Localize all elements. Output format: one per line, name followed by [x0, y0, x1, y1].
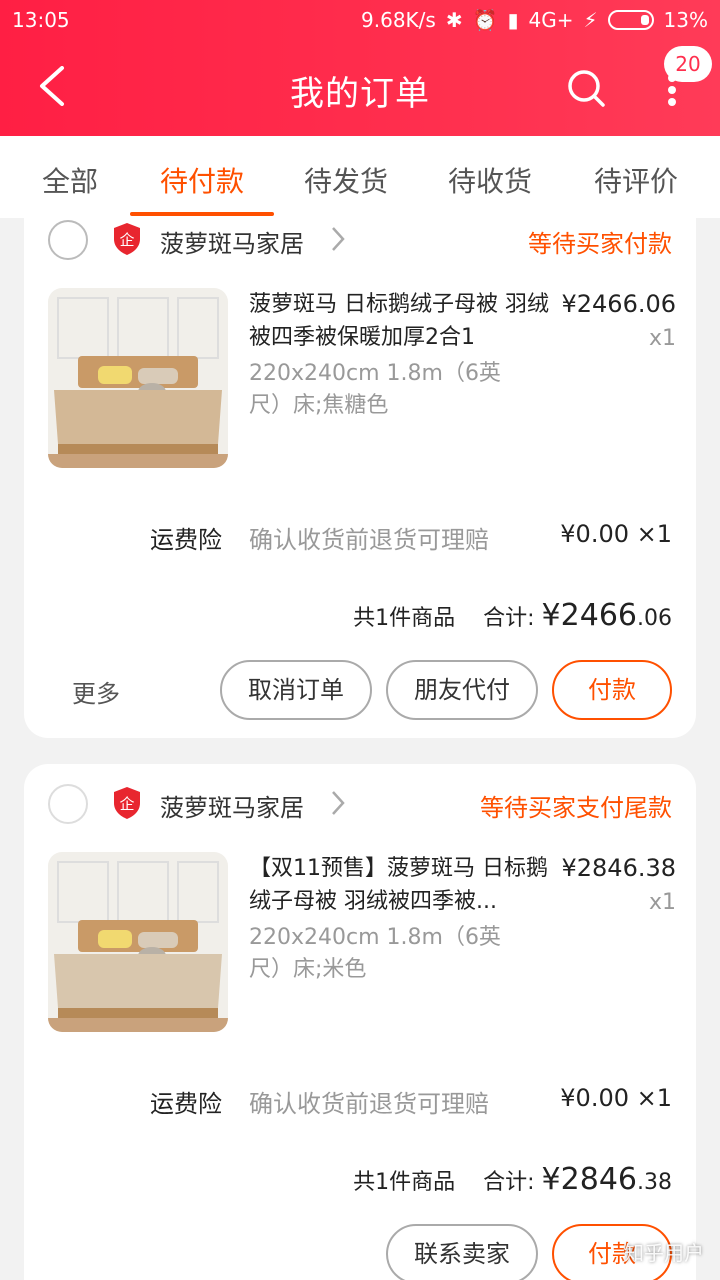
order-summary: 共1件商品 合计: ¥2846.38	[353, 1162, 672, 1197]
total-dec: .06	[637, 606, 672, 631]
enterprise-shop-icon: 企	[114, 223, 140, 255]
insurance-label: 运费险	[150, 1090, 222, 1118]
insurance-price: ¥0.00 ×1	[560, 520, 672, 548]
product-sku: 220x240cm 1.8m（6英尺）床;米色	[249, 925, 501, 982]
charging-icon: ⚡	[583, 8, 598, 32]
svg-text:企: 企	[119, 231, 134, 249]
order-summary: 共1件商品 合计: ¥2466.06	[353, 598, 672, 633]
total-dec: .38	[637, 1170, 672, 1195]
shop-name[interactable]: 菠萝斑马家居	[160, 224, 304, 259]
status-time: 13:05	[12, 8, 70, 32]
product-price: ¥2466.06	[561, 290, 676, 318]
header-bar: 13:05 9.68K/s ✱ ⏰ ▮ 4G+ ⚡ 13% 我的订单 20	[0, 0, 720, 136]
order-card: 企 菠萝斑马家居 等待买家支付尾款 【双11预售】菠萝斑马 日标鹅绒子母被 羽绒…	[24, 764, 696, 1280]
tab-pending-receipt[interactable]: 待收货	[426, 160, 554, 200]
product-image[interactable]	[48, 852, 228, 1032]
app-bar: 我的订单 20	[0, 40, 720, 136]
order-status: 等待买家付款	[528, 230, 672, 258]
battery-level: 13%	[663, 8, 708, 32]
status-bar: 13:05 9.68K/s ✱ ⏰ ▮ 4G+ ⚡ 13%	[0, 0, 720, 40]
product-price: ¥2846.38	[561, 854, 676, 882]
battery-icon	[607, 10, 654, 30]
insurance-label: 运费险	[150, 526, 222, 554]
enterprise-shop-icon: 企	[114, 787, 140, 819]
watermark: 知乎用户	[624, 1241, 704, 1265]
network-speed: 9.68K/s	[361, 8, 436, 32]
product-qty: x1	[648, 890, 676, 915]
total-int: 2466	[560, 598, 637, 633]
product-qty: x1	[648, 326, 676, 351]
product-title[interactable]: 【双11预售】菠萝斑马 日标鹅绒子母被 羽绒被四季被...	[249, 852, 549, 918]
active-tab-indicator	[130, 212, 274, 216]
friend-pay-button[interactable]: 朋友代付	[386, 660, 538, 720]
alarm-icon: ⏰	[472, 8, 498, 32]
summary-count: 共1件商品	[353, 606, 456, 631]
cancel-order-button[interactable]: 取消订单	[220, 660, 372, 720]
order-card: 企 菠萝斑马家居 等待买家付款 菠萝斑马 日标鹅绒子母被 羽绒被四季被保暖加厚2…	[24, 218, 696, 738]
order-status: 等待买家支付尾款	[480, 794, 672, 822]
pay-button[interactable]: 付款	[552, 660, 672, 720]
order-tabs: 全部 待付款 待发货 待收货 待评价	[0, 136, 720, 218]
total-currency: ¥	[541, 1162, 561, 1197]
chevron-right-icon[interactable]	[330, 226, 346, 252]
tab-all[interactable]: 全部	[6, 160, 134, 200]
signal-icon: ▮	[507, 8, 519, 32]
search-icon[interactable]	[566, 68, 606, 108]
shop-name[interactable]: 菠萝斑马家居	[160, 788, 304, 823]
more-actions-link[interactable]: 更多	[72, 674, 120, 709]
summary-count: 共1件商品	[353, 1170, 456, 1195]
product-title[interactable]: 菠萝斑马 日标鹅绒子母被 羽绒被四季被保暖加厚2合1	[249, 288, 549, 354]
insurance-desc: 确认收货前退货可理赔	[249, 526, 489, 554]
tab-pending-payment[interactable]: 待付款	[138, 160, 266, 200]
select-checkbox[interactable]	[48, 784, 88, 824]
svg-text:企: 企	[119, 795, 134, 813]
total-currency: ¥	[541, 598, 561, 633]
page-title: 我的订单	[290, 74, 430, 114]
message-badge: 20	[664, 46, 712, 82]
network-type: 4G+	[528, 8, 574, 32]
status-indicators: 9.68K/s ✱ ⏰ ▮ 4G+ ⚡ 13%	[361, 8, 708, 32]
select-checkbox[interactable]	[48, 220, 88, 260]
insurance-price: ¥0.00 ×1	[560, 1084, 672, 1112]
bluetooth-icon: ✱	[445, 8, 463, 32]
summary-label: 合计:	[483, 606, 535, 631]
tab-pending-shipment[interactable]: 待发货	[282, 160, 410, 200]
contact-seller-button[interactable]: 联系卖家	[386, 1224, 538, 1280]
tab-pending-review[interactable]: 待评价	[572, 160, 700, 200]
product-image[interactable]	[48, 288, 228, 468]
summary-label: 合计:	[483, 1170, 535, 1195]
chevron-right-icon[interactable]	[330, 790, 346, 816]
product-sku: 220x240cm 1.8m（6英尺）床;焦糖色	[249, 361, 501, 418]
total-int: 2846	[560, 1162, 637, 1197]
insurance-desc: 确认收货前退货可理赔	[249, 1090, 489, 1118]
order-list: 企 菠萝斑马家居 等待买家付款 菠萝斑马 日标鹅绒子母被 羽绒被四季被保暖加厚2…	[0, 218, 720, 1280]
